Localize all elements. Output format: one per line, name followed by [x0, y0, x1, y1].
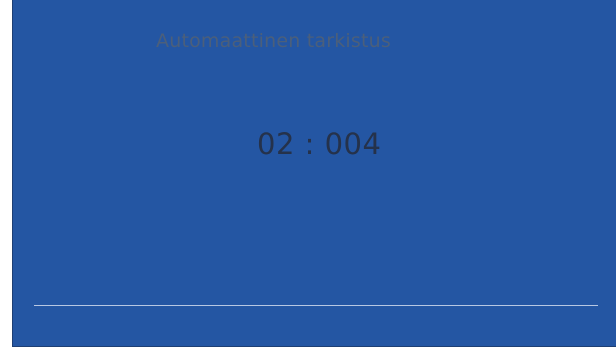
screen-title: Automaattinen tarkistus	[156, 30, 391, 52]
timer-readout: 02 : 004	[257, 127, 382, 161]
divider-line	[34, 305, 598, 306]
check-screen: Automaattinen tarkistus 02 : 004	[12, 0, 616, 347]
